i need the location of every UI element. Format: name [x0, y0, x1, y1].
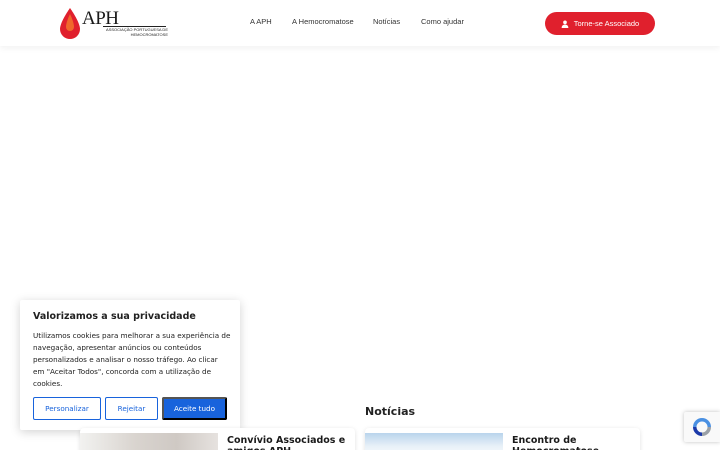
user-icon — [561, 20, 569, 28]
news-card[interactable]: Convívio Associados e amigos APH — [80, 428, 355, 450]
reject-button[interactable]: Rejeitar — [105, 397, 158, 420]
nav-link-noticias[interactable]: Notícias — [373, 17, 400, 26]
recaptcha-icon — [693, 418, 711, 436]
news-card-image — [365, 433, 503, 450]
become-member-button[interactable]: Torne-se Associado — [545, 12, 655, 35]
cookie-description: Utilizamos cookies para melhorar a sua e… — [33, 331, 231, 388]
logo-subtitle: ASSOCIAÇÃO PORTUGUESA DE HEMOCROMATOSE — [106, 27, 168, 37]
cookie-title: Valorizamos a sua privacidade — [33, 311, 196, 322]
cookie-consent-panel: Valorizamos a sua privacidade Utilizamos… — [20, 300, 240, 430]
news-card-title[interactable]: Encontro de Hemocromatose — [512, 435, 632, 450]
nav-link-como-ajudar[interactable]: Como ajudar — [421, 17, 464, 26]
news-card-image — [80, 433, 218, 450]
news-card[interactable]: Encontro de Hemocromatose — [365, 428, 640, 450]
nav-link-hemocromatose[interactable]: A Hemocromatose — [292, 17, 354, 26]
recaptcha-badge[interactable] — [684, 412, 720, 442]
news-section-title: Notícias — [365, 405, 416, 418]
accept-all-button[interactable]: Aceite tudo — [162, 397, 227, 420]
news-card-title[interactable]: Convívio Associados e amigos APH — [227, 435, 347, 450]
customize-button[interactable]: Personalizar — [33, 397, 101, 420]
site-header: APH ASSOCIAÇÃO PORTUGUESA DE HEMOCROMATO… — [0, 0, 720, 46]
blood-drop-icon — [60, 8, 80, 39]
become-member-label: Torne-se Associado — [573, 19, 640, 28]
nav-link-a-aph[interactable]: A APH — [250, 17, 272, 26]
site-logo[interactable]: APH ASSOCIAÇÃO PORTUGUESA DE HEMOCROMATO… — [58, 5, 170, 43]
